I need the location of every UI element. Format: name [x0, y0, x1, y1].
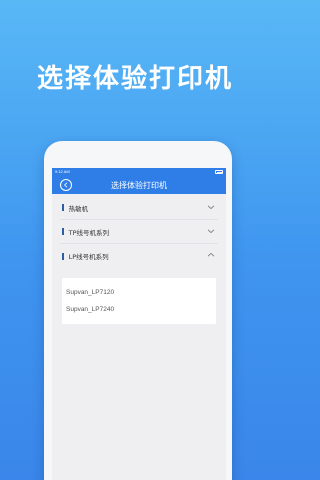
printer-category-list: 热敏机 TP线号机系列 LP线号机系列 Supvan_LP7120 Supvan… — [52, 196, 226, 324]
chevron-down-icon — [207, 229, 215, 234]
status-time: 9:12 AM — [55, 169, 70, 174]
category-label: 热敏机 — [68, 204, 89, 213]
section-marker — [62, 204, 64, 211]
category-label: TP线号机系列 — [68, 228, 109, 237]
promo-title: 选择体验打印机 — [36, 64, 233, 94]
device-item[interactable]: Supvan_LP7120 — [62, 284, 216, 301]
section-marker — [62, 228, 64, 235]
back-button[interactable] — [60, 179, 72, 191]
app-screen: 9:12 AM 选择体验打印机 热敏机 TP线号机系列 LP线号机系列 Supv… — [52, 168, 226, 480]
chevron-down-icon — [207, 205, 215, 210]
section-marker — [62, 252, 64, 260]
device-list: Supvan_LP7120 Supvan_LP7240 — [62, 278, 216, 324]
status-bar: 9:12 AM — [52, 168, 226, 176]
category-lp-series[interactable]: LP线号机系列 — [60, 244, 218, 268]
back-arrow-icon — [63, 182, 67, 188]
device-item[interactable]: Supvan_LP7240 — [62, 301, 216, 318]
chevron-up-icon — [207, 252, 215, 257]
battery-icon — [215, 170, 223, 174]
nav-bar: 选择体验打印机 — [52, 176, 226, 194]
category-tp-series[interactable]: TP线号机系列 — [60, 220, 218, 244]
nav-title: 选择体验打印机 — [111, 180, 167, 190]
category-label: LP线号机系列 — [68, 253, 109, 261]
category-thermal[interactable]: 热敏机 — [60, 196, 218, 220]
